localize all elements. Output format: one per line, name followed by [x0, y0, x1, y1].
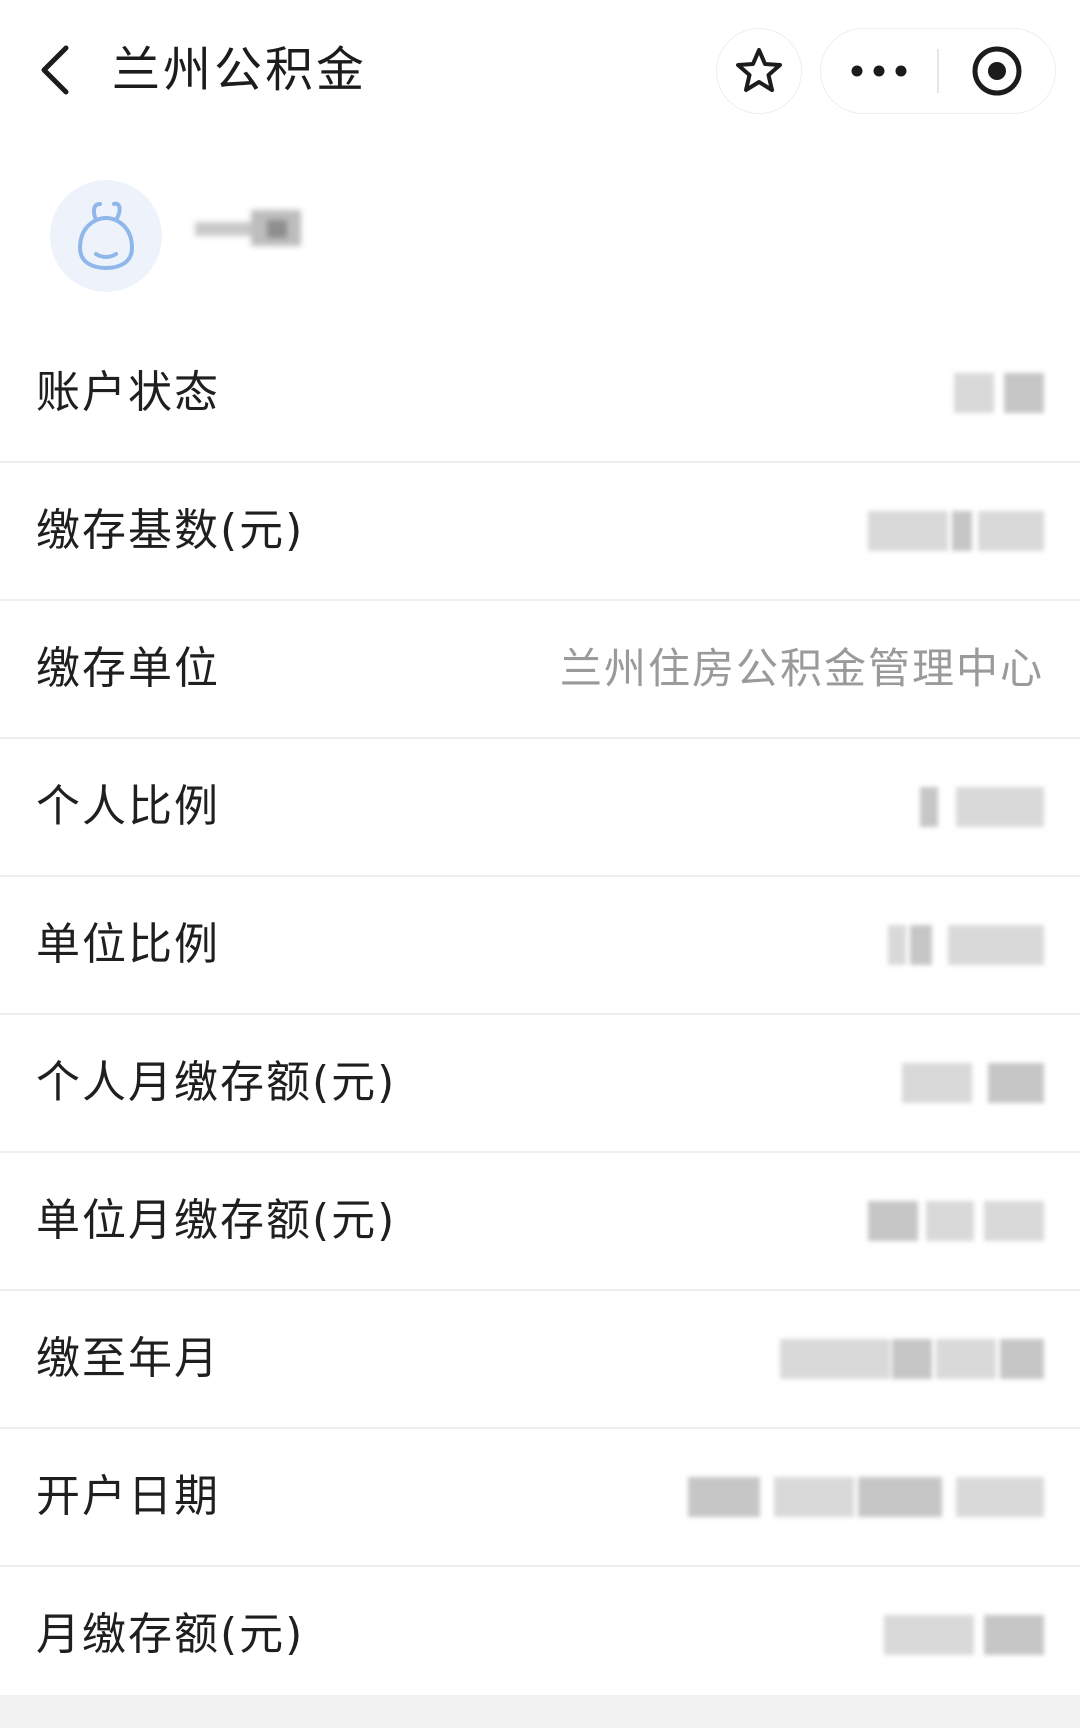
list-item: 单位月缴存额(元) — [0, 1153, 1080, 1291]
item-label: 个人比例 — [36, 781, 220, 832]
avatar[interactable] — [50, 180, 162, 292]
cartoon-mascot-icon — [77, 201, 135, 271]
item-label: 个人月缴存额(元) — [36, 1057, 397, 1108]
list-item: 缴存单位 兰州住房公积金管理中心 — [0, 601, 1080, 739]
item-label: 单位比例 — [36, 919, 220, 970]
list-item: 开户日期 — [0, 1429, 1080, 1567]
item-label: 单位月缴存额(元) — [36, 1195, 397, 1246]
chevron-left-icon — [41, 45, 69, 95]
list-item: 缴存基数(元) — [0, 463, 1080, 601]
user-profile — [0, 170, 1080, 310]
back-button[interactable] — [34, 40, 78, 100]
item-label: 账户状态 — [36, 367, 220, 418]
item-label: 开户日期 — [36, 1471, 220, 1522]
list-item: 缴至年月 — [0, 1291, 1080, 1429]
redacted-value — [888, 925, 1044, 965]
item-label: 缴存基数(元) — [36, 505, 305, 556]
item-label: 月缴存额(元) — [36, 1609, 305, 1660]
star-outline-icon — [736, 48, 782, 92]
redacted-value — [954, 373, 1044, 413]
more-button[interactable] — [821, 29, 937, 113]
redacted-value — [780, 1339, 1044, 1379]
favorite-button[interactable] — [716, 28, 802, 114]
redacted-value — [868, 511, 1044, 551]
close-button[interactable] — [939, 29, 1055, 113]
item-label: 缴存单位 — [36, 643, 220, 694]
redacted-value — [884, 1615, 1044, 1655]
account-info-list: 账户状态 缴存基数(元) 缴存单位 兰州住房公积金管理中心 个人比例 单位比例 … — [0, 325, 1080, 1703]
item-label: 缴至年月 — [36, 1333, 220, 1384]
redacted-value — [902, 1063, 1044, 1103]
target-circle-icon — [972, 46, 1022, 96]
redacted-value — [868, 1201, 1044, 1241]
more-dots-icon — [851, 65, 907, 77]
redacted-value — [688, 1477, 1044, 1517]
list-item: 月缴存额(元) — [0, 1567, 1080, 1703]
list-item: 单位比例 — [0, 877, 1080, 1015]
mini-program-capsule — [820, 28, 1056, 114]
list-item: 个人月缴存额(元) — [0, 1015, 1080, 1153]
page-title: 兰州公积金 — [112, 42, 368, 98]
page-footer-strip — [0, 1695, 1080, 1728]
list-item: 账户状态 — [0, 325, 1080, 463]
item-value: 兰州住房公积金管理中心 — [559, 644, 1044, 693]
list-item: 个人比例 — [0, 739, 1080, 877]
user-name-redacted — [195, 210, 301, 246]
redacted-value — [920, 787, 1044, 827]
nav-bar: 兰州公积金 — [0, 0, 1080, 140]
